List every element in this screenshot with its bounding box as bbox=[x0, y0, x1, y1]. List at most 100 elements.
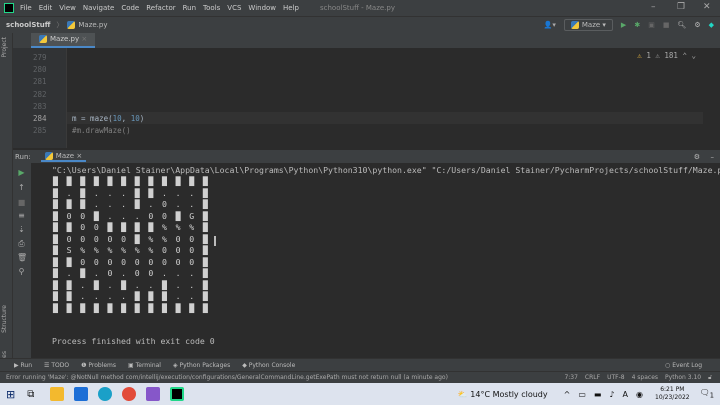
file-explorer-icon[interactable] bbox=[50, 387, 65, 401]
breadcrumb-project[interactable]: schoolStuff bbox=[6, 21, 50, 29]
maze-row: ████████████ bbox=[53, 176, 217, 186]
process-finished-text: Process finished with exit code 0 bbox=[52, 336, 215, 346]
breadcrumb-file[interactable]: Maze.py bbox=[78, 21, 107, 29]
weak-warning-count: 181 bbox=[664, 51, 678, 60]
tool-problems[interactable]: ❶ Problems bbox=[81, 362, 116, 369]
mail-icon[interactable] bbox=[74, 387, 89, 401]
stop-icon[interactable]: ■ bbox=[663, 21, 670, 29]
user-icon[interactable]: 👤▾ bbox=[544, 21, 556, 29]
python-icon bbox=[44, 151, 53, 160]
notification-count: 1 bbox=[709, 391, 714, 400]
trash-icon[interactable]: 🗑︎ bbox=[17, 253, 27, 262]
maze-row: ██.█.█..█..█ bbox=[53, 279, 217, 290]
console-output[interactable]: "C:\Users\Daniel Stainer\AppData\Local\P… bbox=[31, 163, 720, 358]
project-tool-tab[interactable]: Project bbox=[1, 37, 8, 58]
weather-widget[interactable]: ⛅ 14°C Mostly cloudy bbox=[458, 390, 548, 399]
interpreter[interactable]: Python 3.10 bbox=[665, 374, 701, 382]
tool-run[interactable]: ▶ Run bbox=[14, 362, 32, 369]
rerun-icon[interactable]: ▶ bbox=[17, 168, 26, 177]
start-icon[interactable]: ⊞ bbox=[6, 388, 15, 401]
file-encoding[interactable]: UTF-8 bbox=[607, 374, 625, 382]
visual-studio-icon[interactable] bbox=[146, 387, 161, 401]
pin-icon[interactable]: ⚲ bbox=[17, 267, 26, 276]
code-editor[interactable]: 279 280 281 282 283 284 285 m = maze(10,… bbox=[13, 48, 720, 148]
maze-row: █00000█%%00█ bbox=[53, 233, 217, 244]
notifications-icon[interactable]: 🗨1 bbox=[700, 388, 714, 400]
maze-row: █S%%%%%%000█ bbox=[53, 245, 217, 255]
scroll-to-end-icon[interactable]: ⇣ bbox=[17, 225, 26, 234]
restore-icon[interactable]: ❐ bbox=[677, 2, 685, 12]
gear-icon[interactable]: ⚙ bbox=[694, 21, 700, 29]
menu-edit[interactable]: Edit bbox=[39, 4, 53, 12]
tool-event-log[interactable]: ○ Event Log bbox=[665, 362, 702, 369]
stop-icon[interactable]: ■ bbox=[17, 198, 26, 207]
minimize-icon[interactable]: – bbox=[651, 2, 656, 12]
menu-refactor[interactable]: Refactor bbox=[146, 4, 175, 12]
close-icon[interactable]: ✕ bbox=[703, 2, 711, 12]
lock-icon[interactable]: 🔓︎ bbox=[708, 374, 712, 382]
run-tab-maze[interactable]: Maze × bbox=[40, 151, 87, 162]
tool-todo[interactable]: ☰ TODO bbox=[44, 362, 69, 369]
run-config-select[interactable]: Maze ▾ bbox=[563, 18, 613, 31]
tool-window-bar: ▶ Run ☰ TODO ❶ Problems ▣ Terminal ◈ Pyt… bbox=[0, 358, 720, 371]
line-separator[interactable]: CRLF bbox=[585, 374, 600, 382]
debug-icon[interactable]: ✱ bbox=[634, 21, 640, 29]
menu-window[interactable]: Window bbox=[248, 4, 276, 12]
menu-tools[interactable]: Tools bbox=[203, 4, 220, 12]
tool-label: Event Log bbox=[672, 361, 702, 369]
tool-label: Terminal bbox=[135, 361, 161, 369]
left-tool-strip: Project Structure Favorites bbox=[0, 33, 13, 378]
system-tray-icons[interactable]: ^▭▬♪A◉ bbox=[564, 390, 651, 399]
menu-run[interactable]: Run bbox=[183, 4, 196, 12]
gear-icon[interactable]: ⚙ bbox=[694, 153, 700, 161]
tab-maze-py[interactable]: Maze.py × bbox=[31, 33, 96, 48]
maze-row: ███...█.0..█ bbox=[53, 199, 217, 209]
tool-label: TODO bbox=[51, 361, 70, 369]
menu-vcs[interactable]: VCS bbox=[227, 4, 241, 12]
line-number: 282 bbox=[33, 90, 47, 99]
line-number: 285 bbox=[33, 126, 47, 135]
maze-row: ████████████ bbox=[53, 302, 217, 313]
print-icon[interactable]: ⎙ bbox=[17, 239, 26, 248]
tab-close-icon[interactable]: × bbox=[81, 35, 87, 43]
edge-icon[interactable] bbox=[98, 387, 113, 401]
menu-help[interactable]: Help bbox=[283, 4, 299, 12]
up-icon[interactable]: ↑ bbox=[17, 183, 26, 192]
menu-file[interactable]: File bbox=[20, 4, 32, 12]
chrome-icon[interactable] bbox=[122, 387, 137, 401]
maze-row: █.█.0.00...█ bbox=[53, 268, 217, 278]
menu-code[interactable]: Code bbox=[121, 4, 139, 12]
run-label: Run: bbox=[15, 152, 31, 161]
tool-python-console[interactable]: ◆ Python Console bbox=[242, 362, 295, 369]
text-caret bbox=[214, 236, 216, 246]
menu-view[interactable]: View bbox=[59, 4, 76, 12]
run-panel-header: Run: Maze × ⚙ – bbox=[13, 150, 720, 163]
task-view-icon[interactable]: ⧉ bbox=[27, 389, 34, 400]
coverage-icon[interactable]: ▣ bbox=[648, 21, 655, 29]
indent-setting[interactable]: 4 spaces bbox=[632, 374, 658, 382]
code-line: #m.drawMaze() bbox=[72, 126, 131, 135]
structure-tool-tab[interactable]: Structure bbox=[1, 305, 8, 333]
python-icon bbox=[570, 20, 579, 29]
maze-row: ██000000000█ bbox=[53, 256, 217, 267]
inspection-widget[interactable]: ⚠ 1 ⚠ 181 ⌃ ⌄ bbox=[637, 51, 696, 60]
code-token: , bbox=[121, 114, 131, 123]
status-message[interactable]: Error running 'Maze': @NotNull method co… bbox=[6, 374, 448, 381]
weather-text: 14°C Mostly cloudy bbox=[470, 389, 548, 399]
run-icon[interactable]: ▶ bbox=[621, 21, 626, 29]
tool-terminal[interactable]: ▣ Terminal bbox=[128, 362, 161, 369]
editor-tab-bar: Maze.py × bbox=[13, 33, 720, 48]
code-token: m = maze( bbox=[72, 114, 113, 123]
soft-wrap-icon[interactable]: ≡ bbox=[17, 211, 26, 220]
console-command: "C:\Users\Daniel Stainer\AppData\Local\P… bbox=[52, 165, 720, 175]
search-icon[interactable]: 🔍︎ bbox=[677, 21, 686, 29]
pycharm-taskbar-icon[interactable] bbox=[170, 387, 185, 401]
caret-position[interactable]: 7:37 bbox=[564, 374, 577, 382]
status-bar: Error running 'Maze': @NotNull method co… bbox=[0, 371, 720, 383]
weak-warning-icon: ⚠ bbox=[655, 51, 660, 60]
jetbrains-icon[interactable]: ◆ bbox=[709, 21, 714, 29]
clock[interactable]: 6:21 PM 10/23/2022 bbox=[655, 386, 690, 402]
tool-python-packages[interactable]: ◈ Python Packages bbox=[173, 362, 230, 369]
menu-navigate[interactable]: Navigate bbox=[83, 4, 114, 12]
hide-icon[interactable]: – bbox=[711, 153, 715, 161]
